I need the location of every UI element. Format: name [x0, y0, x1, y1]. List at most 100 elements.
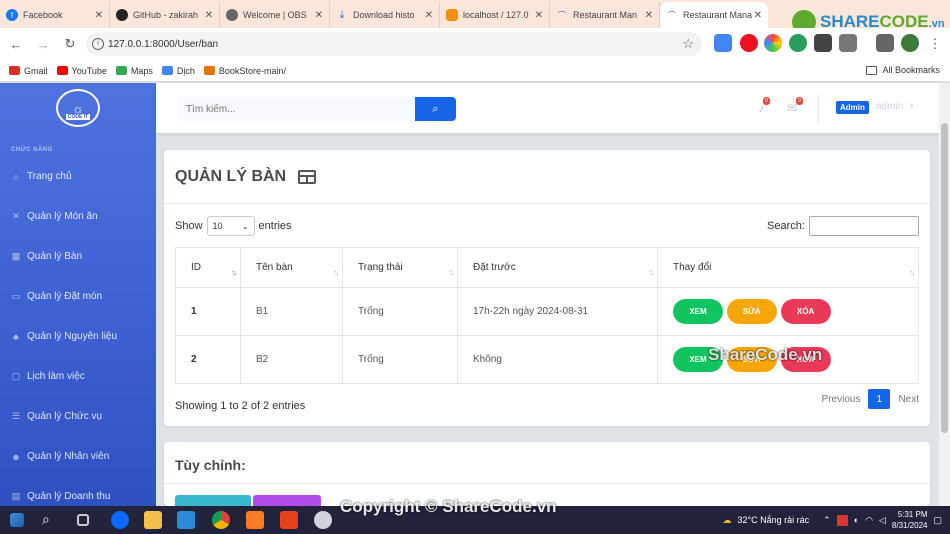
sidebar-item-staff[interactable]: ☻ Quản lý Nhân viên [11, 451, 109, 462]
add-table-button[interactable] [175, 495, 251, 506]
forward-icon[interactable]: → [31, 32, 55, 56]
task-view-icon[interactable] [77, 514, 89, 526]
browser-tab-downloads[interactable]: ⤓ Download histo ✕ [330, 2, 440, 28]
alerts-bell-icon[interactable]: ♪ 0 [758, 97, 770, 115]
tab-label: Download histo [353, 10, 415, 20]
notifications-icon[interactable]: ▢ [933, 515, 942, 526]
scrollbar-thumb[interactable] [941, 123, 948, 433]
search-button[interactable]: ⌕ [415, 97, 456, 121]
sidebar-item-dishes[interactable]: ✕ Quản lý Món ăn [11, 211, 97, 222]
column-header-actions[interactable]: Thay đổi ↑↓ [657, 247, 919, 288]
browser-tab-obs[interactable]: Welcome | OBS ✕ [220, 2, 330, 28]
topbar: ⌕ ♪0 ✉0 Admin admin › [156, 83, 939, 133]
page-number-button[interactable]: 1 [868, 389, 891, 409]
puzzle-extensions-icon[interactable] [839, 34, 857, 52]
bookmark-star-icon[interactable]: ☆ [682, 36, 694, 52]
table-search-input[interactable] [809, 216, 919, 236]
delete-button[interactable]: XÓA [780, 299, 831, 324]
code-it-logo[interactable]: ☼ CODE IT [56, 89, 100, 127]
address-bar[interactable]: i 127.0.0.1:8000/User/ban ☆ [86, 32, 702, 56]
close-icon[interactable]: ✕ [425, 10, 433, 21]
browser-menu-icon[interactable]: ⋮ [923, 32, 947, 56]
close-icon[interactable]: ✕ [315, 10, 323, 21]
reload-icon[interactable]: ↻ [58, 32, 82, 56]
tables-card: QUẢN LÝ BÀN Show 10 ⌄ entries Search: ID… [164, 150, 930, 426]
bookmark-translate[interactable]: Dịch [161, 66, 195, 76]
messages-icon[interactable]: ✉ 0 [787, 97, 804, 115]
secondary-action-button[interactable] [253, 495, 321, 506]
column-header-reservation[interactable]: Đặt trước ↑↓ [457, 247, 658, 288]
extension-icon[interactable] [789, 34, 807, 52]
browser-tab-phpmyadmin[interactable]: localhost / 127.0 ✕ [440, 2, 550, 28]
globe-icon [226, 9, 238, 21]
ingredient-icon: ♣ [13, 331, 19, 342]
image-extension-icon[interactable] [814, 34, 832, 52]
site-info-icon[interactable]: i [92, 38, 104, 50]
next-page-button[interactable]: Next [898, 394, 919, 405]
bookmark-gmail[interactable]: Gmail [9, 66, 48, 76]
chevron-right-icon[interactable]: › [910, 100, 913, 111]
vscode-icon[interactable] [177, 511, 195, 529]
color-extension-icon[interactable] [764, 34, 782, 52]
previous-page-button[interactable]: Previous [822, 394, 861, 405]
system-tray: ☁ 32°C Nắng rải rác ⌃ ◐ ◠ ◁ 5:31 PM 8/31… [722, 506, 950, 534]
tab-label: Facebook [23, 10, 63, 20]
vpn-icon[interactable]: ◐ [854, 515, 859, 525]
search-input[interactable] [178, 97, 415, 121]
zalo-icon[interactable] [111, 511, 129, 529]
table-icon: ▦ [11, 251, 21, 261]
browser-tab-github[interactable]: GitHub - zakirah ✕ [110, 2, 220, 28]
close-icon[interactable]: ✕ [205, 10, 213, 21]
close-icon[interactable]: ✕ [754, 10, 762, 21]
browser-tab-restaurant-active[interactable]: ⌒ Restaurant Mana ✕ [660, 2, 768, 28]
antivirus-icon[interactable] [836, 514, 848, 526]
sidebar-item-ingredients[interactable]: ♣ Quản lý Nguyên liệu [11, 331, 117, 342]
browser-tab-facebook[interactable]: f Facebook ✕ [0, 2, 110, 28]
column-header-id[interactable]: ID ↑↓ [175, 247, 241, 288]
page-scrollbar[interactable] [939, 83, 950, 506]
restaurant-icon: ⌒ [668, 10, 676, 20]
volume-icon[interactable]: ◁ [879, 515, 886, 526]
clock[interactable]: 5:31 PM 8/31/2024 [892, 509, 928, 531]
topbar-divider [818, 95, 819, 123]
sidebar-item-orders[interactable]: ▭ Quản lý Đặt món [11, 291, 102, 302]
bookmark-youtube[interactable]: YouTube [56, 66, 107, 76]
chevron-up-icon[interactable]: ⌃ [823, 515, 831, 526]
all-bookmarks[interactable]: All Bookmarks [866, 65, 940, 75]
view-button[interactable]: XEM [673, 299, 723, 324]
username[interactable]: admin [876, 101, 903, 112]
profile-avatar[interactable] [901, 34, 919, 52]
gmail-icon [9, 66, 20, 75]
chrome-icon[interactable] [212, 511, 230, 529]
close-icon[interactable]: ✕ [95, 10, 103, 21]
app-icon[interactable] [314, 511, 332, 529]
weather-text[interactable]: 32°C Nắng rải rác [737, 515, 809, 525]
wifi-icon[interactable]: ◠ [865, 515, 873, 526]
downloads-icon[interactable] [876, 34, 894, 52]
edit-button[interactable]: SỬA [726, 299, 777, 324]
bookmark-maps[interactable]: Maps [115, 66, 153, 76]
translate-extension-icon[interactable] [714, 34, 732, 52]
column-header-status[interactable]: Trạng thái ↑↓ [342, 247, 458, 288]
sidebar-item-schedule[interactable]: ▢ Lịch làm việc [11, 371, 85, 382]
close-icon[interactable]: ✕ [645, 10, 653, 21]
bookmark-bookstore[interactable]: BookStore-main/ [203, 66, 286, 76]
restaurant-icon: ⌒ [558, 10, 566, 20]
opera-extension-icon[interactable] [740, 34, 758, 52]
xampp-icon[interactable] [246, 511, 264, 529]
column-header-name[interactable]: Tên bàn ↑↓ [240, 247, 343, 288]
sidebar-item-home[interactable]: ⌂ Trang chủ [11, 171, 71, 182]
sidebar-item-revenue[interactable]: ▤ Quản lý Doanh thu [11, 491, 111, 502]
sidebar-item-positions[interactable]: ☰ Quản lý Chức vụ [11, 411, 102, 422]
search-icon[interactable]: ⌕ [42, 511, 60, 529]
entries-select[interactable]: 10 ⌄ [206, 216, 255, 236]
close-icon[interactable]: ✕ [535, 10, 543, 21]
bookmarks-bar: Gmail YouTube Maps Dịch BookStore-main/ … [0, 60, 950, 82]
table-info: Showing 1 to 2 of 2 entries [175, 400, 306, 412]
back-icon[interactable]: ← [4, 32, 28, 56]
office-icon[interactable] [280, 511, 298, 529]
file-explorer-icon[interactable] [144, 511, 162, 529]
browser-tab-restaurant[interactable]: ⌒ Restaurant Man ✕ [550, 2, 660, 28]
sidebar-item-tables[interactable]: ▦ Quản lý Bàn [11, 251, 82, 262]
windows-start-icon[interactable] [10, 513, 24, 527]
